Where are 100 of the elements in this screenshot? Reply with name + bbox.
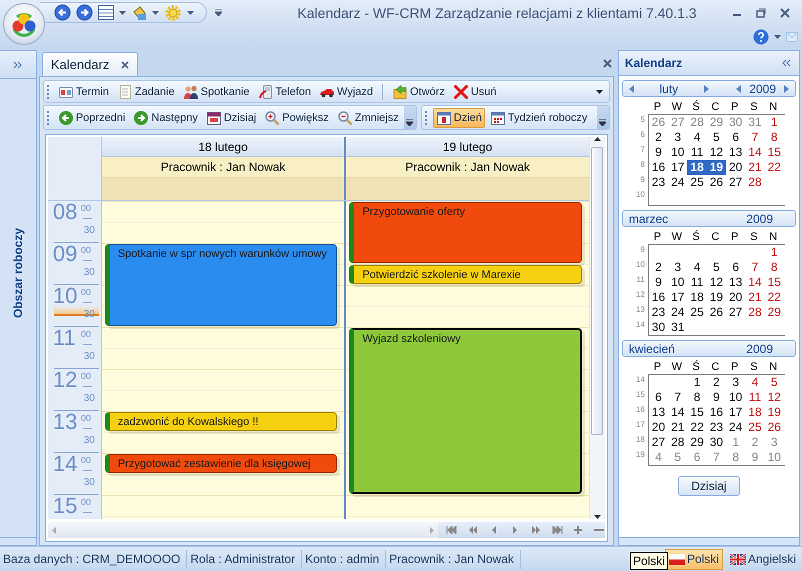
calendar-day[interactable]: 22 — [764, 160, 784, 175]
calendar-day[interactable]: 4 — [687, 130, 707, 145]
calendar-day[interactable]: 28 — [745, 305, 765, 320]
calendar-day[interactable]: 9 — [648, 145, 668, 160]
zoom-out-button[interactable]: Zmniejsz — [334, 108, 402, 128]
appointment-button[interactable]: Termin — [54, 82, 112, 102]
calendar-day[interactable]: 26 — [706, 175, 726, 190]
calendar-day[interactable]: 10 — [668, 145, 688, 160]
calendar-day[interactable]: 8 — [764, 130, 784, 145]
calendar-day[interactable]: 20 — [648, 420, 668, 435]
calendar-day[interactable]: 10 — [726, 390, 746, 405]
calendar-day[interactable]: 3 — [764, 435, 784, 450]
calendar-day[interactable]: 22 — [687, 420, 707, 435]
calendar-day[interactable]: 17 — [668, 290, 688, 305]
calendar-day[interactable]: 3 — [668, 260, 688, 275]
calendar-day[interactable]: 4 — [745, 375, 765, 390]
calendar-day[interactable]: 15 — [687, 405, 707, 420]
calendar-day[interactable]: 28 — [687, 115, 707, 130]
zoom-in-button[interactable]: Powiększ — [261, 108, 332, 128]
next-button[interactable]: Następny — [130, 108, 201, 128]
calendar-event[interactable]: zadzwonić do Kowalskiego !! — [104, 412, 338, 431]
calendar-day[interactable]: 27 — [726, 305, 746, 320]
meeting-button[interactable]: Spotkanie — [180, 82, 253, 102]
calendar-day[interactable]: 31 — [745, 115, 765, 130]
calendar-day[interactable]: 5 — [764, 375, 784, 390]
calendar-day[interactable]: 30 — [706, 435, 726, 450]
phone-call-button[interactable]: Telefon — [254, 82, 314, 102]
calendar-day[interactable]: 6 — [687, 450, 707, 465]
calendar-day[interactable]: 23 — [706, 420, 726, 435]
calendar-day[interactable]: 11 — [745, 390, 765, 405]
today-button[interactable]: Dzisiaj — [678, 476, 740, 496]
calendar-day[interactable]: 12 — [706, 275, 726, 290]
calendar-day[interactable]: 27 — [648, 435, 668, 450]
calendar-day[interactable]: 23 — [648, 175, 668, 190]
calendar-day[interactable]: 18 — [687, 160, 707, 175]
calendar-day[interactable]: 7 — [706, 450, 726, 465]
calendar-day[interactable]: 13 — [726, 275, 746, 290]
calendar-day[interactable]: 27 — [668, 115, 688, 130]
calendar-day[interactable]: 21 — [745, 290, 765, 305]
calendar-day[interactable]: 16 — [648, 290, 668, 305]
calendar-day[interactable]: 2 — [648, 130, 668, 145]
calendar-day[interactable]: 2 — [706, 375, 726, 390]
open-button[interactable]: Otwórz — [389, 82, 448, 102]
calendar-day[interactable]: 16 — [706, 405, 726, 420]
calendar-day[interactable]: 22 — [764, 290, 784, 305]
calendar-day[interactable]: 18 — [745, 405, 765, 420]
calendar-day[interactable]: 11 — [687, 275, 707, 290]
calendar-day[interactable]: 3 — [668, 130, 688, 145]
task-button[interactable]: Zadanie — [114, 82, 178, 102]
calendar-day[interactable]: 14 — [745, 275, 765, 290]
calendar-day[interactable]: 12 — [706, 145, 726, 160]
calendar-event[interactable]: Wyjazd szkoleniowy — [349, 328, 582, 494]
calendar-event[interactable]: Potwierdzić szkolenie w Marexie — [349, 265, 582, 284]
calendar-day[interactable]: 19 — [706, 290, 726, 305]
calendar-day[interactable]: 10 — [764, 450, 784, 465]
calendar-day[interactable]: 5 — [706, 130, 726, 145]
calendar-day[interactable]: 25 — [687, 305, 707, 320]
calendar-day[interactable]: 30 — [726, 115, 746, 130]
calendar-day[interactable]: 29 — [764, 305, 784, 320]
delete-button[interactable]: Usuń — [450, 82, 500, 102]
calendar-event[interactable]: Przygotować zestawienie dla księgowej — [104, 454, 338, 473]
calendar-day[interactable]: 15 — [764, 275, 784, 290]
calendar-day[interactable]: 23 — [648, 305, 668, 320]
calendar-day[interactable]: 2 — [648, 260, 668, 275]
calendar-day[interactable]: 24 — [668, 175, 688, 190]
calendar-day[interactable]: 19 — [764, 405, 784, 420]
calendar-day[interactable]: 14 — [745, 145, 765, 160]
calendar-day[interactable]: 1 — [726, 435, 746, 450]
calendar-day[interactable]: 21 — [745, 160, 765, 175]
calendar-day[interactable]: 4 — [687, 260, 707, 275]
calendar-day[interactable]: 8 — [726, 450, 746, 465]
calendar-day[interactable]: 25 — [745, 420, 765, 435]
calendar-day[interactable]: 4 — [648, 450, 668, 465]
calendar-day[interactable]: 26 — [648, 115, 668, 130]
calendar-day[interactable]: 26 — [764, 420, 784, 435]
calendar-day[interactable]: 7 — [745, 130, 765, 145]
document-tab[interactable]: Kalendarz — [42, 52, 138, 76]
calendar-day[interactable]: 8 — [764, 260, 784, 275]
trip-button[interactable]: Wyjazd — [316, 82, 376, 102]
calendar-day[interactable]: 6 — [726, 130, 746, 145]
day-view-button[interactable]: Dzień — [432, 108, 485, 128]
calendar-day[interactable]: 28 — [668, 435, 688, 450]
calendar-day[interactable]: 24 — [668, 305, 688, 320]
calendar-day[interactable]: 5 — [706, 260, 726, 275]
calendar-day[interactable]: 27 — [726, 175, 746, 190]
calendar-day[interactable]: 1 — [687, 375, 707, 390]
calendar-day[interactable]: 6 — [648, 390, 668, 405]
calendar-day[interactable]: 1 — [764, 115, 784, 130]
calendar-day[interactable]: 1 — [764, 245, 784, 260]
calendar-day[interactable]: 29 — [687, 435, 707, 450]
calendar-day[interactable]: 6 — [726, 260, 746, 275]
calendar-day[interactable]: 20 — [726, 160, 746, 175]
calendar-day[interactable]: 7 — [668, 390, 688, 405]
today-button[interactable]: Dzisiaj — [202, 108, 260, 128]
calendar-day[interactable]: 16 — [648, 160, 668, 175]
calendar-day[interactable]: 5 — [668, 450, 688, 465]
calendar-day[interactable]: 13 — [648, 405, 668, 420]
calendar-day[interactable]: 9 — [706, 390, 726, 405]
calendar-day[interactable]: 25 — [687, 175, 707, 190]
calendar-day[interactable]: 21 — [668, 420, 688, 435]
